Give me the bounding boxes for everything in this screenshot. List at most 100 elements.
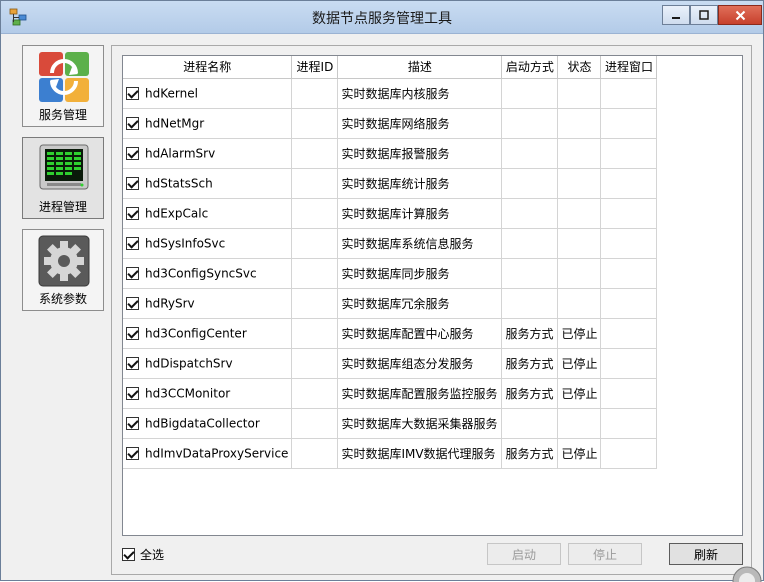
table-row[interactable]: hd3CCMonitor 实时数据库配置服务监控服务 服务方式 已停止 [123,378,658,409]
cell-description: 实时数据库同步服务 [337,258,503,289]
process-name-text: hdRySrv [145,296,195,311]
cell-description: 实时数据库配置服务监控服务 [337,378,503,409]
cell-process-name: hdRySrv [123,288,293,319]
cell-start-mode: 服务方式 [501,318,559,349]
nav-process-management[interactable]: 进程管理 [22,137,104,219]
main-window: 数据节点服务管理工具 服务管理 进程管理 系统参数 进程名称 进程ID 描述 启… [0,0,764,582]
cell-start-mode [501,78,559,109]
cell-process-window [600,438,658,469]
table-row[interactable]: hdStatsSch 实时数据库统计服务 [123,168,658,199]
cell-process-window [600,318,658,349]
gear-icon [38,235,90,287]
header-description[interactable]: 描述 [337,56,503,79]
cell-start-mode [501,408,559,439]
table-row[interactable]: hdDispatchSrv 实时数据库组态分发服务 服务方式 已停止 [123,348,658,379]
table-row[interactable]: hdKernel 实时数据库内核服务 [123,78,658,109]
cell-status [557,258,602,289]
cell-start-mode [501,228,559,259]
select-all-control[interactable]: 全选 [122,546,164,563]
cell-process-window [600,228,658,259]
cell-process-name: hdSysInfoSvc [123,228,293,259]
row-checkbox[interactable] [126,416,139,430]
stop-button[interactable]: 停止 [568,543,642,565]
process-name-text: hdBigdataCollector [145,416,260,431]
row-checkbox[interactable] [126,386,139,400]
header-status[interactable]: 状态 [557,56,602,79]
cell-process-name: hdExpCalc [123,198,293,229]
cell-status [557,78,602,109]
close-icon [735,10,745,20]
process-name-text: hdSysInfoSvc [145,236,226,251]
cell-description: 实时数据库报警服务 [337,138,503,169]
cell-process-name: hd3CCMonitor [123,378,293,409]
cell-process-window [600,108,658,139]
cell-process-name: hdBigdataCollector [123,408,293,439]
row-checkbox[interactable] [126,296,139,310]
nav-system-parameters[interactable]: 系统参数 [22,229,104,311]
maximize-button[interactable] [690,5,718,25]
cell-process-id [291,78,339,109]
nav-label: 进程管理 [38,200,87,214]
process-name-text: hd3ConfigCenter [145,326,247,341]
cell-status [557,108,602,139]
close-button[interactable] [718,5,762,25]
cell-start-mode: 服务方式 [501,438,559,469]
cell-process-id [291,258,339,289]
row-checkbox[interactable] [126,86,139,100]
row-checkbox[interactable] [126,326,139,340]
cell-status [557,228,602,259]
cell-process-window [600,198,658,229]
cell-process-id [291,378,339,409]
cell-start-mode [501,138,559,169]
cell-description: 实时数据库IMV数据代理服务 [337,438,503,469]
cell-description: 实时数据库配置中心服务 [337,318,503,349]
cell-process-id [291,108,339,139]
cell-description: 实时数据库组态分发服务 [337,348,503,379]
window-title: 数据节点服务管理工具 [312,11,452,27]
cell-process-window [600,348,658,379]
minimize-button[interactable] [662,5,690,25]
cell-description: 实时数据库网络服务 [337,108,503,139]
cell-description: 实时数据库大数据采集器服务 [337,408,503,439]
select-all-checkbox[interactable] [122,548,135,561]
cell-description: 实时数据库统计服务 [337,168,503,199]
row-checkbox[interactable] [126,206,139,220]
header-process-id[interactable]: 进程ID [291,56,339,79]
nav-service-management[interactable]: 服务管理 [22,45,104,127]
table-row[interactable]: hdNetMgr 实时数据库网络服务 [123,108,658,139]
row-checkbox[interactable] [126,176,139,190]
select-all-label: 全选 [140,548,165,562]
table-row[interactable]: hdAlarmSrv 实时数据库报警服务 [123,138,658,169]
cell-start-mode [501,288,559,319]
header-process-window[interactable]: 进程窗口 [600,56,658,79]
table-row[interactable]: hdImvDataProxyService 实时数据库IMV数据代理服务 服务方式已… [123,438,658,469]
table-row[interactable]: hdSysInfoSvc 实时数据库系统信息服务 [123,228,658,259]
start-button[interactable]: 启动 [487,543,561,565]
cell-start-mode [501,258,559,289]
cell-process-name: hd3ConfigSyncSvc [123,258,293,289]
table-row[interactable]: hd3ConfigCenter 实时数据库配置中心服务 服务方式 已停止 [123,318,658,349]
table-row[interactable]: hd3ConfigSyncSvc 实时数据库同步服务 [123,258,658,289]
process-table-grid: 进程名称 进程ID 描述 启动方式 状态 进程窗口 hdKernel 实时数据库内… [123,56,658,469]
cell-status: 已停止 [557,378,602,409]
header-start-mode[interactable]: 启动方式 [501,56,559,79]
cell-start-mode: 服务方式 [501,348,559,379]
process-name-text: hd3CCMonitor [145,386,231,401]
row-checkbox[interactable] [126,236,139,250]
cell-status: 已停止 [557,348,602,379]
table-row[interactable]: hdRySrv 实时数据库冗余服务 [123,288,658,319]
table-row[interactable]: hdExpCalc 实时数据库计算服务 [123,198,658,229]
nav-label: 系统参数 [38,292,87,306]
cell-description: 实时数据库冗余服务 [337,288,503,319]
row-checkbox[interactable] [126,446,139,460]
row-checkbox[interactable] [126,116,139,130]
cell-process-window [600,288,658,319]
table-row[interactable]: hdBigdataCollector 实时数据库大数据采集器服务 [123,408,658,439]
cell-process-name: hdImvDataProxyService [123,438,293,469]
process-table[interactable]: 进程名称 进程ID 描述 启动方式 状态 进程窗口 hdKernel 实时数据库内… [122,55,743,536]
maximize-icon [699,10,709,20]
row-checkbox[interactable] [126,356,139,370]
row-checkbox[interactable] [126,146,139,160]
row-checkbox[interactable] [126,266,139,280]
header-process-name[interactable]: 进程名称 [123,56,293,79]
